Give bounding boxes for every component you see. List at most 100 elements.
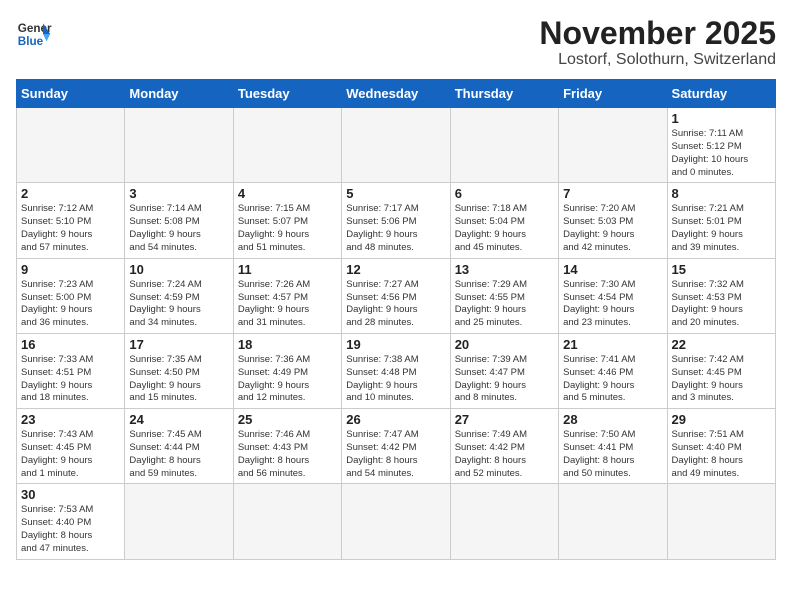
day-number: 17	[129, 337, 228, 352]
day-number: 15	[672, 262, 771, 277]
header-tuesday: Tuesday	[233, 80, 341, 108]
day-number: 29	[672, 412, 771, 427]
calendar-week-row: 30 Sunrise: 7:53 AM Sunset: 4:40 PM Dayli…	[17, 484, 776, 559]
calendar-day-cell	[342, 108, 450, 183]
day-info: Sunrise: 7:14 AM Sunset: 5:08 PM Dayligh…	[129, 203, 228, 254]
calendar-day-cell: 5 Sunrise: 7:17 AM Sunset: 5:06 PM Daylig…	[342, 183, 450, 258]
calendar-day-cell: 18 Sunrise: 7:36 AM Sunset: 4:49 PM Dayli…	[233, 333, 341, 408]
day-number: 6	[455, 186, 554, 201]
day-info: Sunrise: 7:38 AM Sunset: 4:48 PM Dayligh…	[346, 354, 445, 405]
calendar-day-cell: 11 Sunrise: 7:26 AM Sunset: 4:57 PM Dayli…	[233, 258, 341, 333]
day-number: 3	[129, 186, 228, 201]
day-number: 20	[455, 337, 554, 352]
day-info: Sunrise: 7:18 AM Sunset: 5:04 PM Dayligh…	[455, 203, 554, 254]
day-number: 10	[129, 262, 228, 277]
day-info: Sunrise: 7:29 AM Sunset: 4:55 PM Dayligh…	[455, 279, 554, 330]
day-info: Sunrise: 7:12 AM Sunset: 5:10 PM Dayligh…	[21, 203, 120, 254]
day-info: Sunrise: 7:35 AM Sunset: 4:50 PM Dayligh…	[129, 354, 228, 405]
calendar-day-cell	[559, 108, 667, 183]
calendar-day-cell	[559, 484, 667, 559]
calendar-day-cell: 8 Sunrise: 7:21 AM Sunset: 5:01 PM Daylig…	[667, 183, 775, 258]
generalblue-logo-icon: General Blue	[16, 16, 52, 52]
day-info: Sunrise: 7:11 AM Sunset: 5:12 PM Dayligh…	[672, 128, 771, 179]
day-info: Sunrise: 7:50 AM Sunset: 4:41 PM Dayligh…	[563, 429, 662, 480]
day-info: Sunrise: 7:53 AM Sunset: 4:40 PM Dayligh…	[21, 504, 120, 555]
calendar-day-cell: 10 Sunrise: 7:24 AM Sunset: 4:59 PM Dayli…	[125, 258, 233, 333]
calendar-day-cell: 7 Sunrise: 7:20 AM Sunset: 5:03 PM Daylig…	[559, 183, 667, 258]
day-number: 26	[346, 412, 445, 427]
day-number: 12	[346, 262, 445, 277]
day-number: 7	[563, 186, 662, 201]
day-number: 11	[238, 262, 337, 277]
day-info: Sunrise: 7:45 AM Sunset: 4:44 PM Dayligh…	[129, 429, 228, 480]
calendar-day-cell: 2 Sunrise: 7:12 AM Sunset: 5:10 PM Daylig…	[17, 183, 125, 258]
day-info: Sunrise: 7:17 AM Sunset: 5:06 PM Dayligh…	[346, 203, 445, 254]
calendar-table: Sunday Monday Tuesday Wednesday Thursday…	[16, 79, 776, 560]
header-saturday: Saturday	[667, 80, 775, 108]
calendar-day-cell: 16Sunrise: 7:33 AM Sunset: 4:51 PM Dayli…	[17, 333, 125, 408]
logo-area: General Blue	[16, 16, 56, 52]
calendar-day-cell: 27 Sunrise: 7:49 AM Sunset: 4:42 PM Dayli…	[450, 409, 558, 484]
day-info: Sunrise: 7:27 AM Sunset: 4:56 PM Dayligh…	[346, 279, 445, 330]
day-info: Sunrise: 7:43 AM Sunset: 4:45 PM Dayligh…	[21, 429, 120, 480]
calendar-day-cell	[125, 484, 233, 559]
calendar-day-cell: 29 Sunrise: 7:51 AM Sunset: 4:40 PM Dayli…	[667, 409, 775, 484]
calendar-day-cell: 20Sunrise: 7:39 AM Sunset: 4:47 PM Dayli…	[450, 333, 558, 408]
day-info: Sunrise: 7:47 AM Sunset: 4:42 PM Dayligh…	[346, 429, 445, 480]
day-number: 4	[238, 186, 337, 201]
calendar-day-cell: 25Sunrise: 7:46 AM Sunset: 4:43 PM Dayli…	[233, 409, 341, 484]
calendar-day-cell: 28 Sunrise: 7:50 AM Sunset: 4:41 PM Dayli…	[559, 409, 667, 484]
day-number: 25	[238, 412, 337, 427]
day-number: 21	[563, 337, 662, 352]
header-monday: Monday	[125, 80, 233, 108]
calendar-day-cell	[125, 108, 233, 183]
day-number: 1	[672, 111, 771, 126]
day-number: 18	[238, 337, 337, 352]
calendar-day-cell	[17, 108, 125, 183]
calendar-day-cell: 26 Sunrise: 7:47 AM Sunset: 4:42 PM Dayli…	[342, 409, 450, 484]
calendar-day-cell: 12 Sunrise: 7:27 AM Sunset: 4:56 PM Dayli…	[342, 258, 450, 333]
day-number: 24	[129, 412, 228, 427]
day-info: Sunrise: 7:36 AM Sunset: 4:49 PM Dayligh…	[238, 354, 337, 405]
calendar-day-cell	[450, 108, 558, 183]
calendar-day-cell	[233, 484, 341, 559]
day-number: 8	[672, 186, 771, 201]
calendar-day-cell: 24 Sunrise: 7:45 AM Sunset: 4:44 PM Dayli…	[125, 409, 233, 484]
day-number: 19	[346, 337, 445, 352]
svg-text:Blue: Blue	[18, 35, 44, 48]
calendar-day-cell: 9Sunrise: 7:23 AM Sunset: 5:00 PM Daylig…	[17, 258, 125, 333]
calendar-day-cell: 21Sunrise: 7:41 AM Sunset: 4:46 PM Dayli…	[559, 333, 667, 408]
calendar-day-cell: 17 Sunrise: 7:35 AM Sunset: 4:50 PM Dayli…	[125, 333, 233, 408]
calendar-week-row: 1 Sunrise: 7:11 AM Sunset: 5:12 PM Daylig…	[17, 108, 776, 183]
calendar-day-cell	[450, 484, 558, 559]
day-number: 16	[21, 337, 120, 352]
calendar-day-cell: 4Sunrise: 7:15 AM Sunset: 5:07 PM Daylig…	[233, 183, 341, 258]
calendar-week-row: 16Sunrise: 7:33 AM Sunset: 4:51 PM Dayli…	[17, 333, 776, 408]
calendar-day-cell	[667, 484, 775, 559]
weekday-header-row: Sunday Monday Tuesday Wednesday Thursday…	[17, 80, 776, 108]
day-number: 13	[455, 262, 554, 277]
day-number: 5	[346, 186, 445, 201]
day-info: Sunrise: 7:49 AM Sunset: 4:42 PM Dayligh…	[455, 429, 554, 480]
day-info: Sunrise: 7:23 AM Sunset: 5:00 PM Dayligh…	[21, 279, 120, 330]
header: General Blue November 2025 Lostorf, Solo…	[16, 16, 776, 69]
day-number: 2	[21, 186, 120, 201]
header-thursday: Thursday	[450, 80, 558, 108]
header-wednesday: Wednesday	[342, 80, 450, 108]
calendar-subtitle: Lostorf, Solothurn, Switzerland	[539, 51, 776, 69]
day-number: 27	[455, 412, 554, 427]
day-number: 28	[563, 412, 662, 427]
calendar-day-cell: 6 Sunrise: 7:18 AM Sunset: 5:04 PM Daylig…	[450, 183, 558, 258]
calendar-day-cell: 3 Sunrise: 7:14 AM Sunset: 5:08 PM Daylig…	[125, 183, 233, 258]
calendar-week-row: 23 Sunrise: 7:43 AM Sunset: 4:45 PM Dayli…	[17, 409, 776, 484]
day-info: Sunrise: 7:21 AM Sunset: 5:01 PM Dayligh…	[672, 203, 771, 254]
calendar-day-cell	[342, 484, 450, 559]
day-number: 30	[21, 487, 120, 502]
day-info: Sunrise: 7:26 AM Sunset: 4:57 PM Dayligh…	[238, 279, 337, 330]
calendar-day-cell: 15Sunrise: 7:32 AM Sunset: 4:53 PM Dayli…	[667, 258, 775, 333]
day-info: Sunrise: 7:51 AM Sunset: 4:40 PM Dayligh…	[672, 429, 771, 480]
calendar-week-row: 9Sunrise: 7:23 AM Sunset: 5:00 PM Daylig…	[17, 258, 776, 333]
day-info: Sunrise: 7:24 AM Sunset: 4:59 PM Dayligh…	[129, 279, 228, 330]
day-number: 23	[21, 412, 120, 427]
day-info: Sunrise: 7:20 AM Sunset: 5:03 PM Dayligh…	[563, 203, 662, 254]
